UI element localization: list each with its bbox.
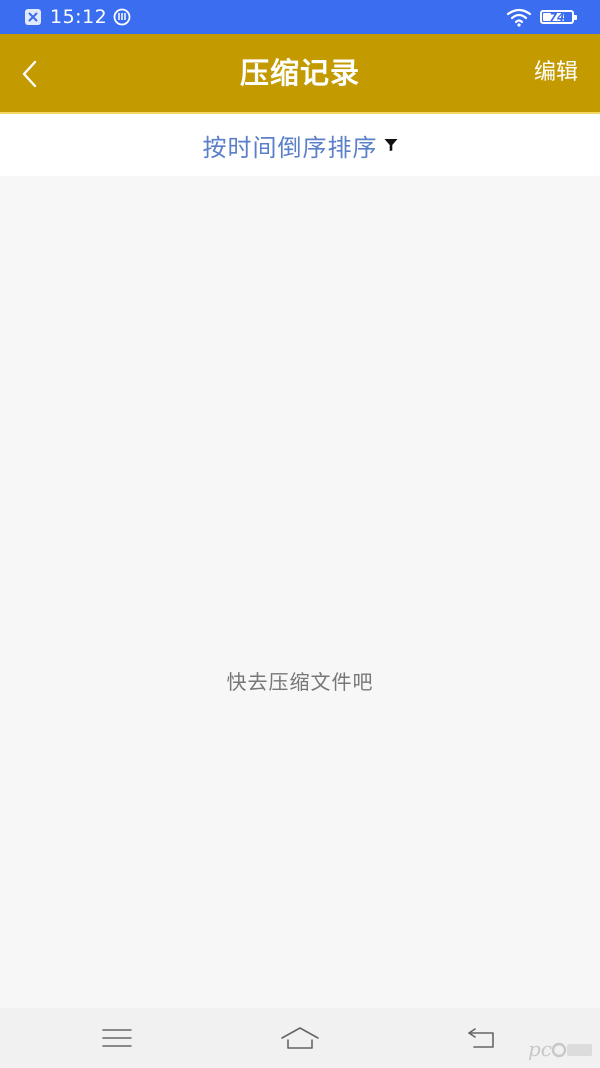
- status-right: 74: [506, 0, 577, 34]
- nav-home-button[interactable]: [270, 1020, 330, 1056]
- menu-icon: [102, 1029, 132, 1047]
- close-box-icon: [24, 8, 42, 26]
- filter-icon: [384, 138, 398, 152]
- battery-icon: 74: [540, 10, 577, 24]
- page-title: 压缩记录: [239, 56, 360, 90]
- nav-back-button[interactable]: [452, 1020, 512, 1056]
- home-icon: [281, 1027, 319, 1049]
- return-icon: [468, 1028, 494, 1048]
- system-nav-bar: [0, 1008, 600, 1068]
- nav-menu-button[interactable]: [87, 1020, 147, 1056]
- status-left: 15:12: [0, 6, 131, 28]
- edit-button[interactable]: 编辑: [534, 34, 578, 112]
- sort-label: 按时间倒序排序: [202, 133, 378, 162]
- status-time: 15:12: [50, 6, 108, 28]
- sort-bar: 按时间倒序排序: [0, 114, 600, 176]
- sort-order-button[interactable]: 按时间倒序排序: [203, 128, 398, 163]
- battery-level: 74: [549, 10, 565, 24]
- sync-icon: [113, 8, 131, 26]
- status-bar: 15:12 74: [0, 0, 600, 34]
- empty-state-message: 快去压缩文件吧: [226, 670, 374, 694]
- wifi-icon: [506, 7, 532, 27]
- app-header: 压缩记录 编辑: [0, 34, 600, 112]
- svg-text:pc: pc: [528, 1037, 552, 1061]
- pc6-logo-icon: pc: [526, 1036, 594, 1062]
